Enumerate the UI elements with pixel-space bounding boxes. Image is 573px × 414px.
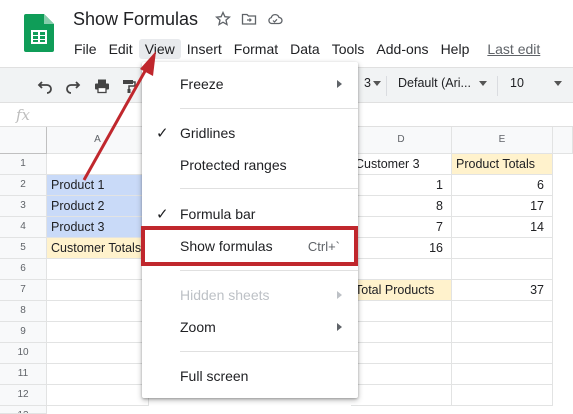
row-header-7[interactable]: 7 — [0, 280, 47, 301]
print-icon[interactable] — [93, 77, 111, 95]
cell-a5[interactable]: Customer Totals — [47, 238, 149, 259]
document-title[interactable]: Show Formulas — [73, 9, 198, 30]
cell-d5[interactable]: 16 — [351, 238, 452, 259]
cell-a10[interactable] — [47, 343, 149, 364]
cell-d6[interactable] — [351, 259, 452, 280]
cell-e2[interactable]: 6 — [452, 175, 553, 196]
cell-e7[interactable]: 37 — [452, 280, 553, 301]
menu-item-zoom[interactable]: Zoom — [142, 311, 358, 343]
row-header-6[interactable]: 6 — [0, 259, 47, 280]
cell-a12[interactable] — [47, 385, 149, 406]
submenu-arrow-icon — [337, 291, 342, 299]
cell-d4[interactable]: 7 — [351, 217, 452, 238]
cell-a4[interactable]: Product 3 — [47, 217, 149, 238]
move-folder-icon[interactable] — [241, 11, 257, 27]
font-size-select[interactable]: 10 — [510, 76, 562, 90]
cell-d9[interactable] — [351, 322, 452, 343]
menu-divider — [180, 351, 358, 352]
cell-e1[interactable]: Product Totals — [452, 154, 553, 175]
submenu-arrow-icon — [337, 323, 342, 331]
cell-a6[interactable] — [47, 259, 149, 280]
row-header-5[interactable]: 5 — [0, 238, 47, 259]
cell-d8[interactable] — [351, 301, 452, 322]
menu-divider — [180, 108, 358, 109]
row-header-13[interactable]: 13 — [0, 406, 47, 414]
row-header-12[interactable]: 12 — [0, 385, 47, 406]
cell-a9[interactable] — [47, 322, 149, 343]
menu-item-protected-ranges[interactable]: Protected ranges — [142, 149, 358, 181]
cell-e6[interactable] — [452, 259, 553, 280]
menu-item-hidden-sheets: Hidden sheets — [142, 279, 358, 311]
cell-e12[interactable] — [452, 385, 553, 406]
submenu-arrow-icon — [337, 80, 342, 88]
menu-item-full-screen[interactable]: Full screen — [142, 360, 358, 392]
cell-a8[interactable] — [47, 301, 149, 322]
row-header-10[interactable]: 10 — [0, 343, 47, 364]
cloud-status-icon[interactable] — [267, 11, 283, 27]
annotation-highlight-box — [141, 226, 358, 266]
select-all-corner[interactable] — [0, 127, 47, 154]
cell-a7[interactable] — [47, 280, 149, 301]
col-header-f[interactable] — [553, 127, 573, 154]
row-header-4[interactable]: 4 — [0, 217, 47, 238]
redo-icon[interactable] — [64, 77, 82, 95]
star-icon[interactable] — [215, 11, 231, 27]
last-edit-link[interactable]: Last edit — [481, 39, 546, 59]
menu-item-gridlines[interactable]: ✓ Gridlines — [142, 117, 358, 149]
cell-d10[interactable] — [351, 343, 452, 364]
cell-e5[interactable] — [452, 238, 553, 259]
checkmark-icon: ✓ — [156, 125, 169, 142]
menu-format[interactable]: Format — [228, 39, 284, 59]
fx-icon: fx — [16, 106, 31, 124]
menu-addons[interactable]: Add-ons — [370, 39, 434, 59]
menu-divider — [180, 270, 358, 271]
cell-e8[interactable] — [452, 301, 553, 322]
col-header-a[interactable]: A — [47, 127, 149, 154]
row-header-1[interactable]: 1 — [0, 154, 47, 175]
sheets-logo-icon[interactable] — [24, 14, 54, 52]
cell-a1[interactable] — [47, 154, 149, 175]
menu-edit[interactable]: Edit — [103, 39, 139, 59]
cell-a11[interactable] — [47, 364, 149, 385]
col-header-d[interactable]: D — [351, 127, 452, 154]
cell-e4[interactable]: 14 — [452, 217, 553, 238]
cell-d7[interactable]: Total Products — [351, 280, 452, 301]
cell-e3[interactable]: 17 — [452, 196, 553, 217]
row-header-3[interactable]: 3 — [0, 196, 47, 217]
menu-bar: File Edit View Insert Format Data Tools … — [68, 38, 546, 60]
cell-a3[interactable]: Product 2 — [47, 196, 149, 217]
cell-a2[interactable]: Product 1 — [47, 175, 149, 196]
row-header-11[interactable]: 11 — [0, 364, 47, 385]
row-header-2[interactable]: 2 — [0, 175, 47, 196]
row-header-9[interactable]: 9 — [0, 322, 47, 343]
cell-e10[interactable] — [452, 343, 553, 364]
cell-e9[interactable] — [452, 322, 553, 343]
zoom-select[interactable]: 3 — [364, 76, 381, 90]
menu-divider — [180, 188, 358, 189]
menu-data[interactable]: Data — [284, 39, 326, 59]
cell-e11[interactable] — [452, 364, 553, 385]
cell-d11[interactable] — [351, 364, 452, 385]
menu-insert[interactable]: Insert — [181, 39, 228, 59]
menu-help[interactable]: Help — [435, 39, 476, 59]
undo-icon[interactable] — [36, 77, 54, 95]
cell-d2[interactable]: 1 — [351, 175, 452, 196]
menu-tools[interactable]: Tools — [326, 39, 371, 59]
cell-d1[interactable]: Customer 3 — [351, 154, 452, 175]
cell-d12[interactable] — [351, 385, 452, 406]
cell-d3[interactable]: 8 — [351, 196, 452, 217]
menu-item-freeze[interactable]: Freeze — [142, 68, 358, 100]
menu-file[interactable]: File — [68, 39, 103, 59]
font-select[interactable]: Default (Ari... — [398, 76, 487, 90]
paint-format-icon[interactable] — [120, 77, 138, 95]
menu-view[interactable]: View — [138, 39, 181, 59]
col-header-e[interactable]: E — [452, 127, 553, 154]
row-header-8[interactable]: 8 — [0, 301, 47, 322]
checkmark-icon: ✓ — [156, 206, 169, 223]
